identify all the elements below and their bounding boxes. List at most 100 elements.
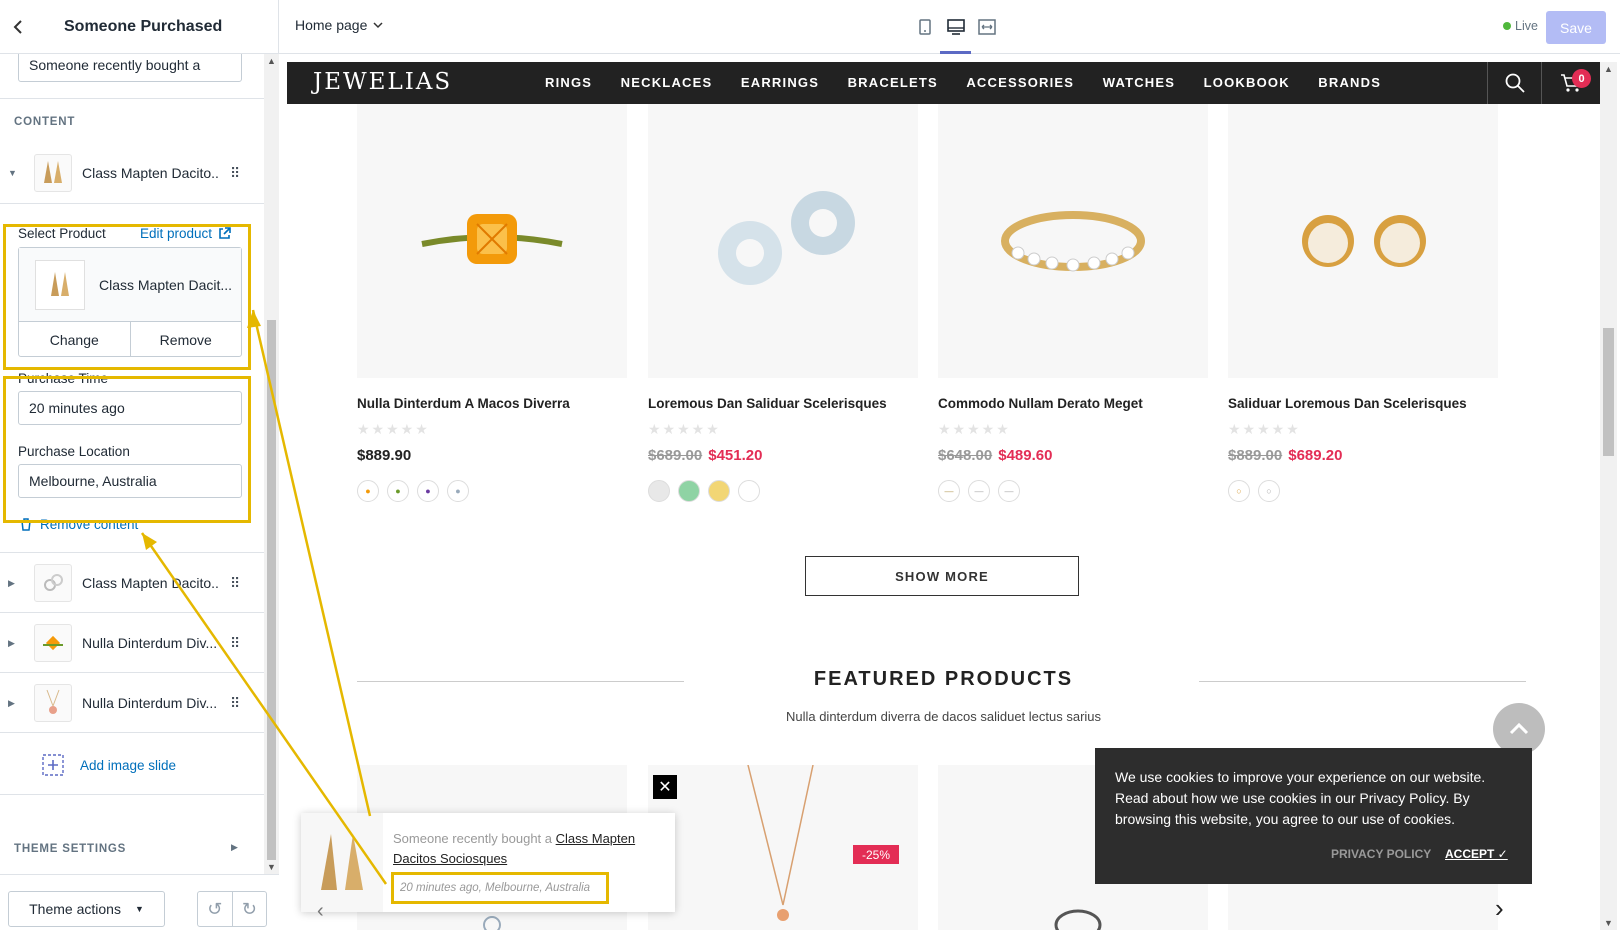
search-icon[interactable]	[1487, 62, 1541, 104]
mobile-view-icon[interactable]	[909, 0, 940, 54]
caret-right-icon[interactable]: ▶	[0, 638, 18, 649]
drag-handle-icon[interactable]: ⠿	[230, 695, 240, 712]
caret-right-icon[interactable]: ▶	[0, 698, 18, 709]
content-block[interactable]: ▶ Nulla Dinterdum Div... ⠿	[0, 613, 264, 673]
page-select-label: Home page	[295, 17, 368, 33]
store-navbar: JEWELIAS RINGS NECKLACES EARRINGS BRACEL…	[287, 62, 1600, 104]
popup-product-image[interactable]	[301, 813, 383, 912]
slider-prev-icon[interactable]: ‹	[317, 900, 324, 923]
swatch[interactable]	[648, 480, 670, 502]
cart-button[interactable]: 0	[1541, 62, 1600, 104]
divider	[0, 732, 264, 733]
chevron-left-icon[interactable]	[0, 0, 36, 54]
content-block[interactable]: ▶ Class Mapten Dacito... ⠿	[0, 553, 264, 613]
privacy-policy-link[interactable]: PRIVACY POLICY	[1331, 847, 1431, 861]
swatch[interactable]: ○	[1228, 480, 1250, 502]
product-card[interactable]: Commodo Nullam Derato Meget ★★★★★ $648.0…	[938, 104, 1208, 502]
nav-link-rings[interactable]: RINGS	[545, 62, 592, 104]
block-name: Class Mapten Dacito...	[82, 165, 220, 181]
live-dot-icon	[1503, 22, 1511, 30]
scroll-down-arrow-icon[interactable]: ▼	[1600, 918, 1617, 928]
nav-link-lookbook[interactable]: LOOKBOOK	[1204, 62, 1290, 104]
swatches: ● ● ● ●	[357, 480, 627, 502]
nav-link-earrings[interactable]: EARRINGS	[741, 62, 819, 104]
product-card[interactable]: Loremous Dan Saliduar Scelerisques ★★★★★…	[648, 104, 918, 502]
swatch[interactable]: ●	[387, 480, 409, 502]
product-title[interactable]: Loremous Dan Saliduar Scelerisques	[648, 396, 918, 411]
scroll-up-arrow-icon[interactable]: ▲	[1600, 64, 1617, 74]
theme-actions-button[interactable]: Theme actions ▼	[8, 891, 165, 927]
slider-next-icon[interactable]: ›	[1495, 893, 1504, 924]
product-card[interactable]: Nulla Dinterdum A Macos Diverra ★★★★★ $8…	[357, 104, 627, 502]
price: $889.90	[357, 447, 412, 464]
cookie-text: We use cookies to improve your experienc…	[1115, 769, 1486, 827]
fullscreen-view-icon[interactable]	[971, 0, 1002, 54]
sale-badge: -25%	[853, 845, 899, 864]
save-button[interactable]: Save	[1546, 11, 1606, 44]
drag-handle-icon[interactable]: ⠿	[230, 635, 240, 652]
preview-scrollbar[interactable]: ▲ ▼	[1600, 62, 1617, 930]
content-block[interactable]: ▶ Nulla Dinterdum Div... ⠿	[0, 673, 264, 733]
sale-price: $689.20	[1288, 447, 1343, 464]
product-price: $889.90	[357, 447, 627, 464]
popup-text: Someone recently bought a Class Mapten D…	[393, 829, 653, 869]
drag-handle-icon[interactable]: ⠿	[230, 165, 240, 182]
product-image[interactable]	[648, 104, 918, 378]
product-title[interactable]: Nulla Dinterdum A Macos Diverra	[357, 396, 627, 411]
swatch[interactable]: —	[938, 480, 960, 502]
nav-link-bracelets[interactable]: BRACELETS	[848, 62, 938, 104]
cookie-banner: We use cookies to improve your experienc…	[1095, 748, 1532, 884]
accept-cookies-button[interactable]: ACCEPT ✓	[1445, 847, 1508, 861]
scrollbar-thumb[interactable]	[267, 320, 276, 860]
page-select-dropdown[interactable]: Home page	[295, 17, 383, 33]
close-icon[interactable]: ✕	[653, 775, 677, 799]
product-image[interactable]	[357, 104, 627, 378]
swatch[interactable]	[678, 480, 700, 502]
swatch[interactable]	[738, 480, 760, 502]
recent-purchase-popup[interactable]: Someone recently bought a Class Mapten D…	[301, 813, 675, 912]
nav-link-brands[interactable]: BRANDS	[1318, 62, 1381, 104]
product-image[interactable]	[938, 104, 1208, 378]
product-card[interactable]: Saliduar Loremous Dan Scelerisques ★★★★★…	[1228, 104, 1498, 502]
swatch[interactable]: ●	[417, 480, 439, 502]
desktop-view-icon[interactable]	[940, 0, 971, 54]
product-price: $648.00 $489.60	[938, 447, 1208, 464]
show-more-button[interactable]: SHOW MORE	[805, 556, 1079, 596]
drag-handle-icon[interactable]: ⠿	[230, 575, 240, 592]
theme-settings-label[interactable]: THEME SETTINGS	[14, 843, 126, 855]
redo-icon[interactable]: ↻	[231, 892, 267, 926]
message-field[interactable]: Someone recently bought a	[18, 54, 242, 82]
store-logo[interactable]: JEWELIAS	[313, 69, 452, 95]
caret-down-icon[interactable]: ▼	[0, 168, 18, 178]
undo-icon[interactable]: ↺	[198, 892, 232, 926]
block-name: Nulla Dinterdum Div...	[82, 635, 218, 651]
caret-right-icon[interactable]: ▶	[231, 842, 238, 853]
swatch[interactable]: ●	[447, 480, 469, 502]
block-thumbnail	[34, 154, 72, 192]
nav-link-accessories[interactable]: ACCESSORIES	[966, 62, 1074, 104]
sidebar-scrollbar[interactable]: ▲ ▼	[264, 54, 279, 874]
old-price: $648.00	[938, 447, 993, 464]
swatches: ○ ○	[1228, 480, 1498, 502]
sale-price: $451.20	[708, 447, 763, 464]
swatch[interactable]: —	[968, 480, 990, 502]
nav-link-necklaces[interactable]: NECKLACES	[621, 62, 713, 104]
swatch[interactable]: —	[998, 480, 1020, 502]
nav-link-watches[interactable]: WATCHES	[1103, 62, 1175, 104]
divider	[0, 98, 264, 99]
caret-right-icon[interactable]: ▶	[0, 578, 18, 589]
scrollbar-thumb[interactable]	[1603, 328, 1614, 456]
divider	[0, 203, 264, 204]
swatch[interactable]: ●	[357, 480, 379, 502]
product-title[interactable]: Saliduar Loremous Dan Scelerisques	[1228, 396, 1498, 411]
swatch[interactable]: ○	[1258, 480, 1280, 502]
sale-price: $489.60	[998, 447, 1053, 464]
live-label: Live	[1515, 19, 1538, 33]
add-image-slide-button[interactable]: Add image slide	[42, 754, 176, 776]
scroll-up-arrow-icon[interactable]: ▲	[264, 56, 279, 66]
scroll-down-arrow-icon[interactable]: ▼	[264, 862, 279, 872]
content-block-active[interactable]: ▼ Class Mapten Dacito... ⠿	[0, 143, 264, 203]
product-image[interactable]	[1228, 104, 1498, 378]
swatch[interactable]	[708, 480, 730, 502]
product-title[interactable]: Commodo Nullam Derato Meget	[938, 396, 1208, 411]
